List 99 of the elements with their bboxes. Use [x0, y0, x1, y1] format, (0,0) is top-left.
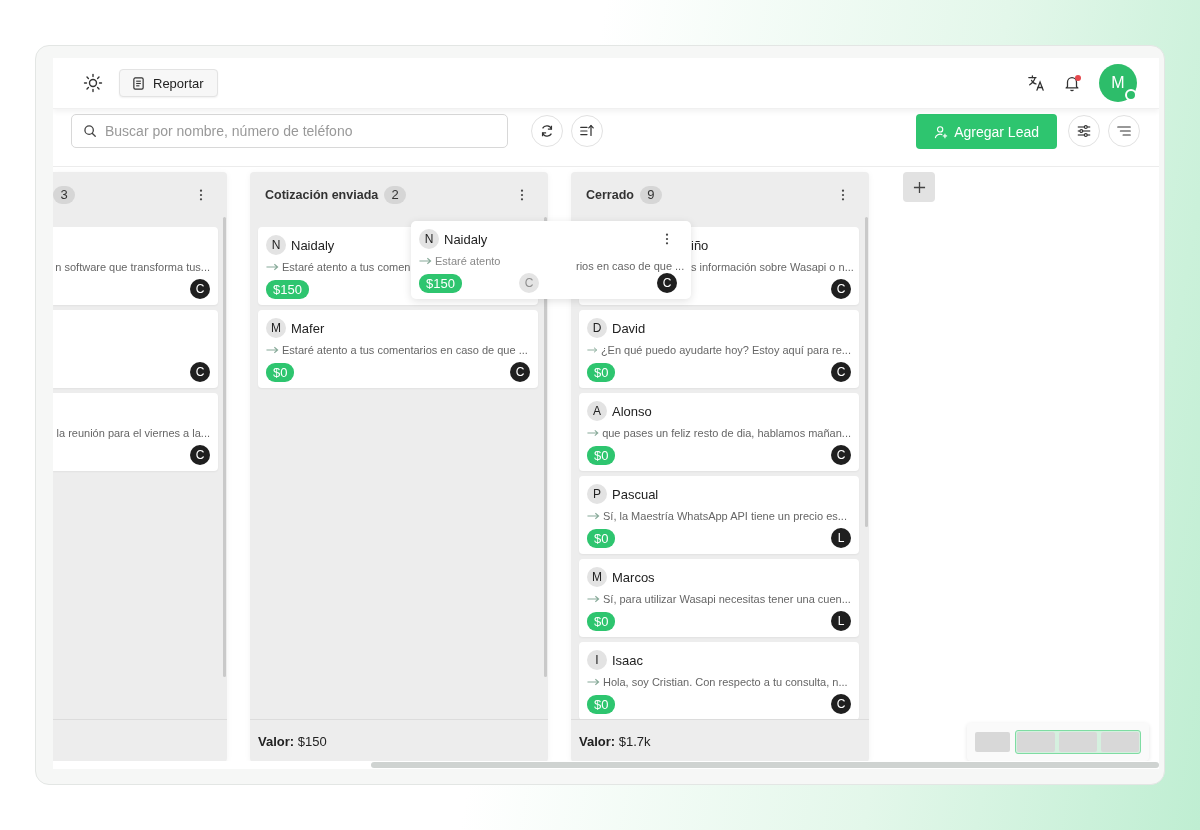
sliders-icon	[1076, 123, 1092, 139]
lead-card[interactable]: I Isaac Hola, soy Cristian. Con respecto a tu consulta, n... $0 C	[579, 642, 859, 719]
plus-icon	[912, 180, 926, 194]
last-message: Sí, la Maestría WhatsApp API tiene un precio es...	[603, 510, 847, 522]
agent-avatar: C	[190, 445, 210, 465]
lead-initial: N	[266, 235, 286, 255]
menu-icon	[1116, 123, 1132, 139]
last-message: s información sobre Wasapi o n...	[691, 261, 854, 273]
lead-initial: P	[587, 484, 607, 504]
lead-card[interactable]: la reunión para el viernes a la... C	[53, 393, 218, 471]
agent-avatar: C	[831, 694, 851, 714]
lead-initial: M	[266, 318, 286, 338]
scrollbar[interactable]	[223, 217, 226, 677]
agent-avatar: C	[190, 279, 210, 299]
refresh-button[interactable]	[531, 115, 563, 147]
lead-card[interactable]: C	[53, 310, 218, 388]
column-value: Valor: $150	[258, 733, 327, 749]
filter-button[interactable]	[1068, 115, 1100, 147]
lead-name: Mafer	[291, 320, 325, 336]
lead-name: iño	[691, 237, 709, 253]
lead-initial: N	[419, 229, 439, 249]
agent-avatar: C	[510, 362, 530, 382]
column-title: Cotización enviada	[265, 187, 379, 202]
last-message: la reunión para el viernes a la...	[56, 427, 210, 439]
last-message: Hola, soy Cristian. Con respecto a tu consulta, n...	[603, 676, 848, 688]
amount-tag: $0	[266, 362, 295, 382]
agent-avatar: C	[831, 445, 851, 465]
agent-avatar: L	[831, 611, 851, 631]
more-icon[interactable]	[520, 188, 524, 201]
lead-card[interactable]: P Pascual Sí, la Maestría WhatsApp API tiene un precio es... $0 L	[579, 476, 859, 554]
lead-card[interactable]: M Mafer Estaré atento a tus comentarios en caso de que ... $0 C	[258, 310, 538, 388]
more-icon[interactable]	[199, 188, 203, 201]
document-icon	[132, 76, 145, 90]
column-value: Valor: $1.7k	[579, 733, 651, 749]
last-message: rios en caso de que ...	[576, 260, 685, 272]
arrow-icon	[419, 257, 432, 265]
arrow-icon	[587, 678, 600, 686]
amount-tag: $150	[419, 273, 462, 293]
column-title: Cerrado	[586, 187, 634, 202]
last-message: n software que transforma tus...	[55, 261, 210, 273]
arrow-icon	[587, 429, 600, 437]
agent-avatar: C	[657, 273, 677, 293]
refresh-icon	[539, 123, 555, 139]
add-column-button[interactable]	[903, 172, 935, 202]
amount-tag: $150	[266, 279, 309, 299]
arrow-icon	[587, 595, 600, 603]
menu-button[interactable]	[1108, 115, 1140, 147]
last-message: Estaré atento a tus comen	[282, 261, 411, 273]
last-message: Sí, para utilizar Wasapi necesitas tener una cuen...	[603, 593, 851, 605]
scrollbar[interactable]	[371, 762, 1159, 768]
last-message: Estaré atento	[435, 255, 501, 267]
amount-tag: $0	[587, 694, 616, 714]
last-message: Estaré atento a tus comentarios en caso de que ...	[282, 344, 528, 356]
sun-icon[interactable]	[83, 73, 103, 93]
dragged-card[interactable]: N Naidaly Estaré atento $150 C rios en caso de que ... C	[411, 221, 691, 299]
bell-icon[interactable]	[1063, 74, 1081, 92]
lead-name: Naidaly	[444, 231, 488, 247]
count-badge: 2	[384, 185, 407, 204]
lead-name: David	[612, 320, 646, 336]
arrow-icon	[266, 263, 279, 271]
last-message: que pases un feliz resto de dia, hablamos mañan...	[602, 427, 851, 439]
amount-tag: $0	[587, 445, 616, 465]
amount-tag: $0	[587, 611, 616, 631]
lead-initial: D	[587, 318, 607, 338]
count-badge: 3	[53, 185, 75, 204]
lead-card[interactable]: M Marcos Sí, para utilizar Wasapi necesitas tener una cuen... $0 L	[579, 559, 859, 637]
sort-button[interactable]	[571, 115, 603, 147]
lead-card[interactable]: n software que transforma tus... C	[53, 227, 218, 305]
arrow-icon	[266, 346, 279, 354]
amount-tag: $0	[587, 528, 616, 548]
count-badge: 9	[639, 185, 662, 204]
lead-card[interactable]: D David ¿En qué puedo ayudarte hoy? Estoy aquí para re... $0 C	[579, 310, 859, 388]
agent-avatar: C	[831, 362, 851, 382]
lead-card[interactable]: A Alonso que pases un feliz resto de dia, hablamos mañan... $0 C	[579, 393, 859, 471]
agent-avatar: C	[519, 273, 539, 293]
lead-name: Isaac	[612, 652, 644, 668]
arrow-icon	[587, 346, 598, 354]
arrow-icon	[587, 512, 600, 520]
agent-avatar: C	[831, 279, 851, 299]
add-user-icon	[934, 124, 949, 139]
sort-icon	[579, 123, 595, 139]
scrollbar[interactable]	[865, 217, 868, 527]
lead-name: Marcos	[612, 569, 655, 585]
lead-initial: M	[587, 567, 607, 587]
lead-initial: A	[587, 401, 607, 421]
search-field[interactable]: Buscar por nombre, número de teléfono	[71, 114, 508, 148]
amount-tag: $0	[587, 362, 616, 382]
agent-avatar: L	[831, 528, 851, 548]
lead-name: Naidaly	[291, 237, 335, 253]
more-icon[interactable]	[841, 188, 845, 201]
more-icon[interactable]	[665, 233, 669, 245]
lead-name: Alonso	[612, 403, 652, 419]
lead-name: Pascual	[612, 486, 659, 502]
translate-icon[interactable]	[1027, 74, 1045, 92]
search-icon	[83, 124, 97, 138]
report-button[interactable]: Reportar	[119, 69, 218, 97]
lead-initial: I	[587, 650, 607, 670]
agent-avatar: C	[190, 362, 210, 382]
last-message: ¿En qué puedo ayudarte hoy? Estoy aquí para re...	[600, 344, 851, 356]
